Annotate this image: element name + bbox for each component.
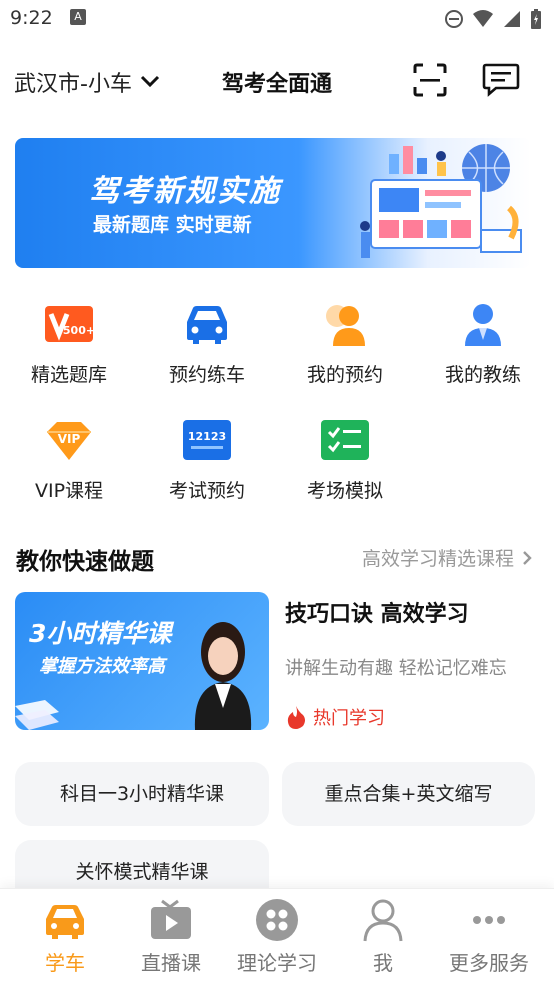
fire-icon: [287, 706, 305, 729]
grid-item-question-bank[interactable]: 500+ 精选题库: [0, 300, 138, 400]
tab-live-class[interactable]: 直播课: [116, 889, 226, 985]
tab-label: 我: [373, 951, 393, 975]
tab-more-services[interactable]: 更多服务: [434, 889, 544, 985]
grid-label: 预约练车: [168, 364, 245, 386]
hot-label: 热门学习: [313, 708, 385, 729]
books-icon: [15, 700, 59, 730]
grid-item-vip-course[interactable]: VIP VIP课程: [0, 416, 138, 516]
dnd-icon: [445, 10, 463, 28]
vip-500-icon: 500+: [45, 306, 95, 342]
banner-title: 驾考新规实施: [89, 174, 281, 209]
grid-label: VIP课程: [34, 480, 104, 502]
city-label: 武汉市-小车: [14, 72, 132, 97]
banner-subtitle: 最新题库 实时更新: [93, 214, 252, 236]
battery-icon: [531, 9, 541, 29]
message-icon[interactable]: [482, 62, 520, 98]
wifi-icon: [473, 10, 493, 27]
grid-label: 我的预约: [306, 364, 383, 386]
grid-item-my-booking[interactable]: 我的预约: [276, 300, 414, 400]
12123-icon: 12123: [183, 420, 231, 460]
tab-me[interactable]: 我: [328, 889, 438, 985]
chevron-down-icon: [140, 75, 160, 88]
notification-icon: A: [70, 9, 86, 25]
car-icon: [187, 306, 227, 344]
banner-illustration: [360, 144, 522, 258]
svg-text:12123: 12123: [188, 430, 226, 443]
promo-banner[interactable]: 驾考新规实施 最新题库 实时更新: [15, 138, 531, 268]
car-tab-icon: [46, 905, 84, 939]
more-courses-label: 高效学习精选课程: [361, 548, 514, 570]
more-dots-icon: [473, 916, 505, 924]
more-courses-link[interactable]: 高效学习精选课程: [362, 544, 532, 571]
signal-icon: [504, 11, 520, 27]
grid-item-my-coach[interactable]: 我的教练: [414, 300, 552, 400]
person-icon: [363, 899, 403, 942]
thumb-subtitle: 掌握方法效率高: [39, 656, 165, 677]
tv-icon: [151, 899, 191, 939]
chevron-right-icon: [523, 550, 532, 565]
hot-badge: 热门学习: [285, 704, 385, 730]
status-time: 9:22: [10, 7, 53, 29]
status-bar: 9:22 A: [0, 0, 554, 40]
grid-item-exam-simulation[interactable]: 考场模拟: [276, 416, 414, 516]
tab-label: 更多服务: [449, 951, 529, 975]
app-header: 武汉市-小车 驾考全面通: [0, 52, 554, 108]
chip-care-mode-course[interactable]: 关怀模式精华课: [15, 840, 269, 888]
grid-label: 考试预约: [168, 480, 245, 502]
chip-subject-one-course[interactable]: 科目一3小时精华课: [15, 762, 269, 826]
scan-icon[interactable]: [412, 62, 448, 98]
tab-label: 理论学习: [237, 951, 317, 975]
tab-theory[interactable]: 理论学习: [222, 889, 332, 985]
grid-label: 考场模拟: [306, 480, 383, 502]
course-thumbnail: 3小时精华课 掌握方法效率高: [15, 592, 269, 730]
thumb-title: 3小时精华课: [29, 619, 172, 648]
user-clock-icon: [326, 305, 365, 346]
tab-label: 学车: [45, 951, 85, 975]
course-description: 讲解生动有趣 轻松记忆难忘: [285, 658, 507, 679]
vip-diamond-icon: VIP: [47, 422, 91, 460]
course-title: 技巧口诀 高效学习: [285, 602, 469, 627]
checklist-icon: [321, 420, 369, 460]
bottom-tab-bar: 学车 直播课 理论学习 我 更多服务: [0, 888, 554, 985]
instructor-avatar: [194, 622, 252, 730]
grid-label: 我的教练: [444, 364, 521, 386]
chip-key-collection[interactable]: 重点合集+英文缩写: [282, 762, 535, 826]
status-icons: [444, 8, 542, 30]
grid-item-book-practice[interactable]: 预约练车: [138, 300, 276, 400]
grid-item-exam-booking[interactable]: 12123 考试预约: [138, 416, 276, 516]
svg-text:500+: 500+: [63, 324, 95, 337]
apps-circle-icon: [256, 899, 298, 941]
city-selector[interactable]: 武汉市-小车: [14, 66, 160, 98]
grid-label: 精选题库: [30, 364, 107, 386]
section-title: 教你快速做题: [16, 549, 154, 575]
section-header: 教你快速做题 高效学习精选课程: [0, 538, 554, 575]
tab-label: 直播课: [141, 951, 201, 975]
coach-icon: [465, 304, 501, 346]
svg-text:VIP: VIP: [58, 432, 81, 446]
tab-learn-driving[interactable]: 学车: [10, 889, 120, 985]
course-card[interactable]: 3小时精华课 掌握方法效率高 技巧口诀 高效学习 讲解生动有趣 轻松记忆难忘 热…: [15, 592, 535, 732]
